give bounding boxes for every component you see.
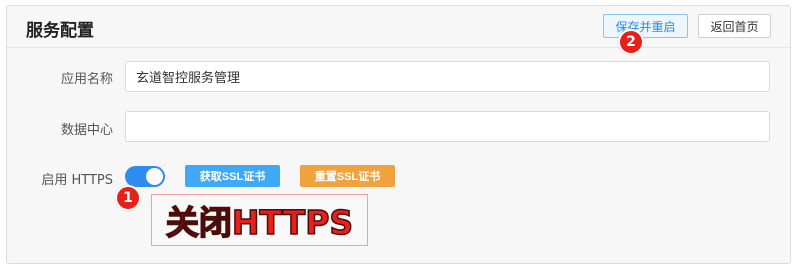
- page-title: 服务配置: [26, 21, 94, 41]
- panel-header: 服务配置 保存并重启 返回首页: [7, 6, 790, 48]
- close-https-callout: 关闭HTTPS: [151, 194, 368, 246]
- step-badge-1: 1: [115, 185, 141, 211]
- app-name-input[interactable]: [125, 61, 770, 92]
- callout-text: 关闭HTTPS: [165, 202, 354, 243]
- step-badge-2: 2: [618, 29, 644, 55]
- toggle-knob: [146, 168, 163, 185]
- app-name-label: 应用名称: [60, 72, 113, 87]
- back-home-button[interactable]: 返回首页: [698, 14, 771, 38]
- https-toggle[interactable]: [125, 166, 165, 187]
- get-ssl-cert-button[interactable]: 获取SSL证书: [185, 165, 280, 187]
- save-and-restart-button[interactable]: 保存并重启: [603, 14, 688, 38]
- data-center-input[interactable]: [125, 111, 770, 142]
- reset-ssl-cert-button[interactable]: 重置SSL证书: [300, 165, 395, 187]
- data-center-label: 数据中心: [60, 123, 113, 138]
- https-label: 启用 HTTPS: [41, 173, 113, 188]
- service-config-panel: 服务配置 保存并重启 返回首页 应用名称 数据中心 启用 HTTPS 获取SSL…: [6, 5, 791, 264]
